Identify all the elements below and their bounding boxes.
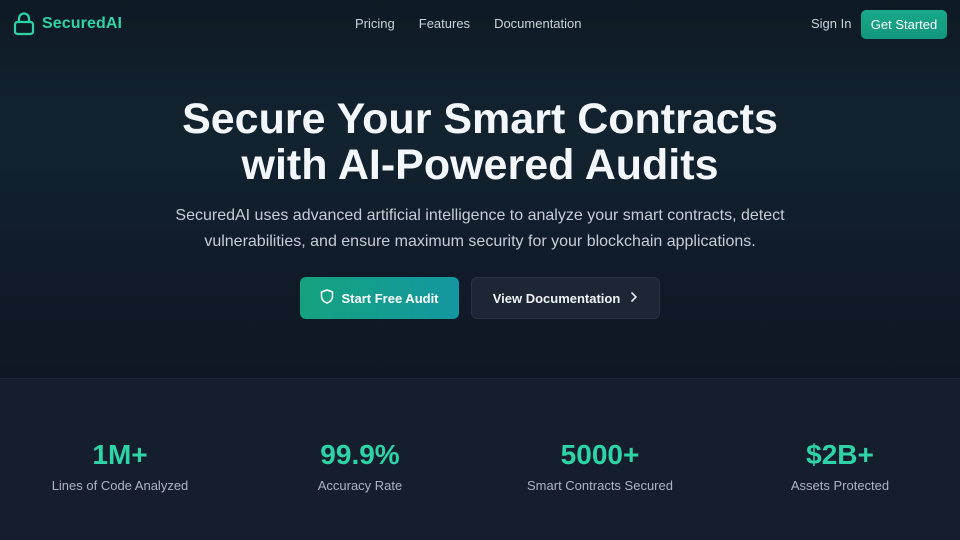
hero-subtitle: SecuredAI uses advanced artificial intel… (150, 203, 810, 255)
stat-label: Assets Protected (790, 478, 890, 493)
stat-label: Smart Contracts Secured (527, 478, 673, 493)
get-started-button[interactable]: Get Started (861, 10, 947, 39)
start-free-audit-button[interactable]: Start Free Audit (300, 277, 459, 319)
nav-link-features[interactable]: Features (419, 16, 470, 31)
hero-subtitle-line-2: vulnerabilities, and ensure maximum secu… (204, 233, 756, 250)
stat-lines-of-code: 1M+ Lines of Code Analyzed (0, 439, 240, 493)
view-documentation-button[interactable]: View Documentation (471, 277, 660, 319)
nav-link-pricing[interactable]: Pricing (355, 16, 395, 31)
stat-label: Lines of Code Analyzed (51, 478, 189, 493)
hero-title-line-1: Secure Your Smart Contracts (182, 95, 778, 143)
brand-name: SecuredAI (42, 15, 123, 32)
view-documentation-label: View Documentation (492, 290, 621, 306)
hero-subtitle-line-1: SecuredAI uses advanced artificial intel… (175, 207, 785, 224)
stats-section: 1M+ Lines of Code Analyzed 99.9% Accurac… (0, 378, 960, 540)
hero-background (0, 0, 960, 378)
stat-value: 99.9% (320, 439, 400, 470)
top-navbar: SecuredAI Pricing Features Documentation… (0, 0, 960, 48)
shield-icon (320, 289, 334, 307)
stat-accuracy-rate: 99.9% Accuracy Rate (240, 439, 480, 493)
lock-icon (13, 12, 35, 36)
hero-title: Secure Your Smart Contracts with AI-Powe… (0, 96, 960, 188)
stat-smart-contracts-secured: 5000+ Smart Contracts Secured (480, 439, 720, 493)
nav-link-documentation[interactable]: Documentation (494, 16, 581, 31)
brand-logo[interactable]: SecuredAI (13, 12, 122, 36)
stat-assets-protected: $2B+ Assets Protected (720, 439, 960, 493)
chevron-right-icon (630, 291, 638, 306)
stat-value: $2B+ (806, 439, 874, 470)
stat-label: Accuracy Rate (317, 478, 403, 493)
sign-in-link[interactable]: Sign In (811, 16, 851, 31)
stat-value: 1M+ (92, 439, 148, 470)
start-free-audit-label: Start Free Audit (341, 290, 439, 306)
hero-title-line-2: with AI-Powered Audits (241, 141, 719, 189)
stat-value: 5000+ (560, 439, 640, 470)
nav-links: Pricing Features Documentation (355, 16, 582, 31)
